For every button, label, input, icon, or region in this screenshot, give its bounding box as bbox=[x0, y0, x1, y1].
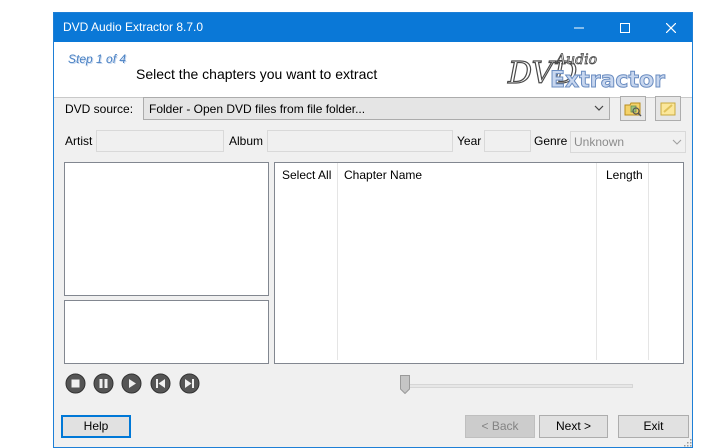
album-label: Album bbox=[229, 134, 264, 148]
year-field[interactable] bbox=[484, 130, 531, 152]
maximize-button[interactable] bbox=[602, 13, 648, 42]
help-button[interactable]: Help bbox=[61, 415, 131, 438]
next-icon[interactable] bbox=[179, 373, 200, 394]
title-bar[interactable]: DVD Audio Extractor 8.7.0 bbox=[54, 13, 692, 42]
next-button[interactable]: Next > bbox=[539, 415, 608, 438]
edit-info-button[interactable] bbox=[655, 96, 681, 121]
minimize-button[interactable] bbox=[556, 13, 602, 42]
genre-value: Unknown bbox=[574, 135, 625, 149]
play-icon[interactable] bbox=[121, 373, 142, 394]
exit-button[interactable]: Exit bbox=[618, 415, 689, 438]
year-label: Year bbox=[457, 134, 482, 148]
step-instruction: Select the chapters you want to extract bbox=[136, 66, 378, 82]
seek-slider-track[interactable] bbox=[403, 384, 633, 388]
open-folder-button[interactable] bbox=[620, 96, 646, 121]
maximize-icon bbox=[620, 22, 630, 33]
column-divider bbox=[596, 163, 597, 360]
back-button[interactable]: < Back bbox=[465, 415, 535, 438]
column-header-select-all[interactable]: Select All bbox=[282, 168, 331, 192]
chevron-down-icon bbox=[594, 105, 604, 111]
chapter-list[interactable]: Select All Chapter Name Length bbox=[274, 162, 684, 364]
artist-field[interactable] bbox=[96, 130, 224, 152]
dvd-source-select[interactable]: Folder - Open DVD files from file folder… bbox=[143, 97, 610, 120]
seek-slider-thumb[interactable] bbox=[400, 375, 410, 394]
logo-extractor: Extractor bbox=[550, 68, 665, 93]
folder-open-icon bbox=[624, 102, 642, 116]
app-logo: DVD Audio Extractor bbox=[506, 52, 665, 94]
genre-select[interactable]: Unknown bbox=[570, 131, 686, 153]
previous-icon[interactable] bbox=[150, 373, 171, 394]
genre-label: Genre bbox=[534, 134, 568, 148]
logo-audio: Audio bbox=[554, 52, 597, 68]
column-header-length[interactable]: Length bbox=[606, 168, 643, 192]
artist-label: Artist bbox=[65, 134, 93, 148]
app-window: DVD Audio Extractor 8.7.0 Step 1 of 4 Se… bbox=[53, 12, 693, 448]
stop-icon[interactable] bbox=[65, 373, 86, 394]
dvd-source-value: Folder - Open DVD files from file folder… bbox=[149, 102, 366, 116]
close-icon bbox=[666, 22, 676, 33]
dvd-source-label: DVD source: bbox=[65, 102, 134, 116]
wizard-header: Step 1 of 4 Select the chapters you want… bbox=[54, 42, 692, 97]
close-button[interactable] bbox=[648, 13, 692, 42]
column-header-chapter-name[interactable]: Chapter Name bbox=[344, 168, 422, 192]
pause-icon[interactable] bbox=[93, 373, 114, 394]
step-indicator: Step 1 of 4 bbox=[68, 52, 127, 66]
column-divider bbox=[648, 163, 649, 360]
minimize-icon bbox=[574, 27, 584, 28]
resize-grip-icon[interactable] bbox=[684, 439, 692, 447]
column-divider bbox=[337, 163, 338, 360]
chevron-down-icon bbox=[672, 139, 682, 145]
note-icon bbox=[660, 102, 676, 115]
chapter-tree-panel[interactable] bbox=[64, 162, 269, 296]
info-panel[interactable] bbox=[64, 300, 269, 364]
album-field[interactable] bbox=[267, 130, 453, 152]
window-title: DVD Audio Extractor 8.7.0 bbox=[63, 20, 204, 34]
